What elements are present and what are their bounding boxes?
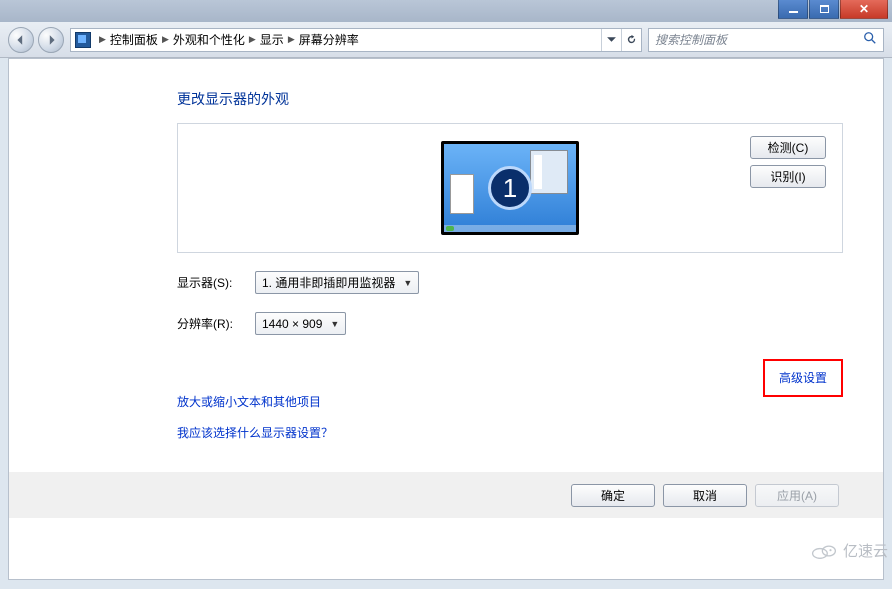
window-chrome: ✕ <box>0 0 892 22</box>
advanced-settings-highlight: 高级设置 <box>763 359 843 397</box>
identify-button[interactable]: 识别(I) <box>750 165 826 188</box>
breadcrumb-item[interactable]: 控制面板 <box>110 31 158 48</box>
search-input[interactable] <box>655 33 863 47</box>
detect-button[interactable]: 检测(C) <box>750 136 826 159</box>
display-preview-panel: 1 检测(C) 识别(I) <box>177 123 843 253</box>
resolution-label: 分辨率(R): <box>177 315 255 332</box>
help-which-settings-link[interactable]: 我应该选择什么显示器设置？ <box>177 424 843 441</box>
refresh-button[interactable] <box>621 29 641 51</box>
window-maximize-button[interactable] <box>809 0 839 19</box>
nav-back-button[interactable] <box>8 27 34 53</box>
ok-button[interactable]: 确定 <box>571 484 655 507</box>
advanced-settings-link[interactable]: 高级设置 <box>779 371 827 385</box>
address-dropdown-button[interactable] <box>601 29 621 51</box>
apply-button: 应用(A) <box>755 484 839 507</box>
cancel-button[interactable]: 取消 <box>663 484 747 507</box>
chevron-right-icon: ▶ <box>95 34 110 45</box>
window-close-button[interactable]: ✕ <box>840 0 888 19</box>
chevron-down-icon: ▼ <box>403 278 412 288</box>
control-panel-icon <box>75 32 91 48</box>
chevron-right-icon: ▶ <box>158 34 173 45</box>
content-pane: 更改显示器的外观 1 检测(C) 识别(I) 显示器(S): 1. 通用非即插即… <box>8 58 884 580</box>
text-scaling-link[interactable]: 放大或缩小文本和其他项目 <box>177 393 843 410</box>
display-dropdown[interactable]: 1. 通用非即插即用监视器 ▼ <box>255 271 419 294</box>
dialog-footer: 确定 取消 应用(A) <box>9 472 883 518</box>
chevron-right-icon: ▶ <box>284 34 299 45</box>
display-label: 显示器(S): <box>177 274 255 291</box>
explorer-nav-bar: ▶ 控制面板 ▶ 外观和个性化 ▶ 显示 ▶ 屏幕分辨率 <box>0 22 892 58</box>
resolution-dropdown[interactable]: 1440 × 909 ▼ <box>255 312 346 335</box>
monitor-preview[interactable]: 1 <box>441 141 579 235</box>
monitor-number-badge: 1 <box>488 166 532 210</box>
resolution-dropdown-value: 1440 × 909 <box>262 317 322 331</box>
display-dropdown-value: 1. 通用非即插即用监视器 <box>262 274 395 291</box>
breadcrumb-item[interactable]: 外观和个性化 <box>173 31 245 48</box>
nav-forward-button[interactable] <box>38 27 64 53</box>
page-title: 更改显示器的外观 <box>177 89 843 109</box>
breadcrumb-item[interactable]: 显示 <box>260 31 284 48</box>
chevron-down-icon: ▼ <box>330 319 339 329</box>
window-minimize-button[interactable] <box>778 0 808 19</box>
search-box[interactable] <box>648 28 884 52</box>
search-icon <box>863 31 877 48</box>
address-bar[interactable]: ▶ 控制面板 ▶ 外观和个性化 ▶ 显示 ▶ 屏幕分辨率 <box>70 28 642 52</box>
breadcrumb-item[interactable]: 屏幕分辨率 <box>299 31 359 48</box>
chevron-right-icon: ▶ <box>245 34 260 45</box>
